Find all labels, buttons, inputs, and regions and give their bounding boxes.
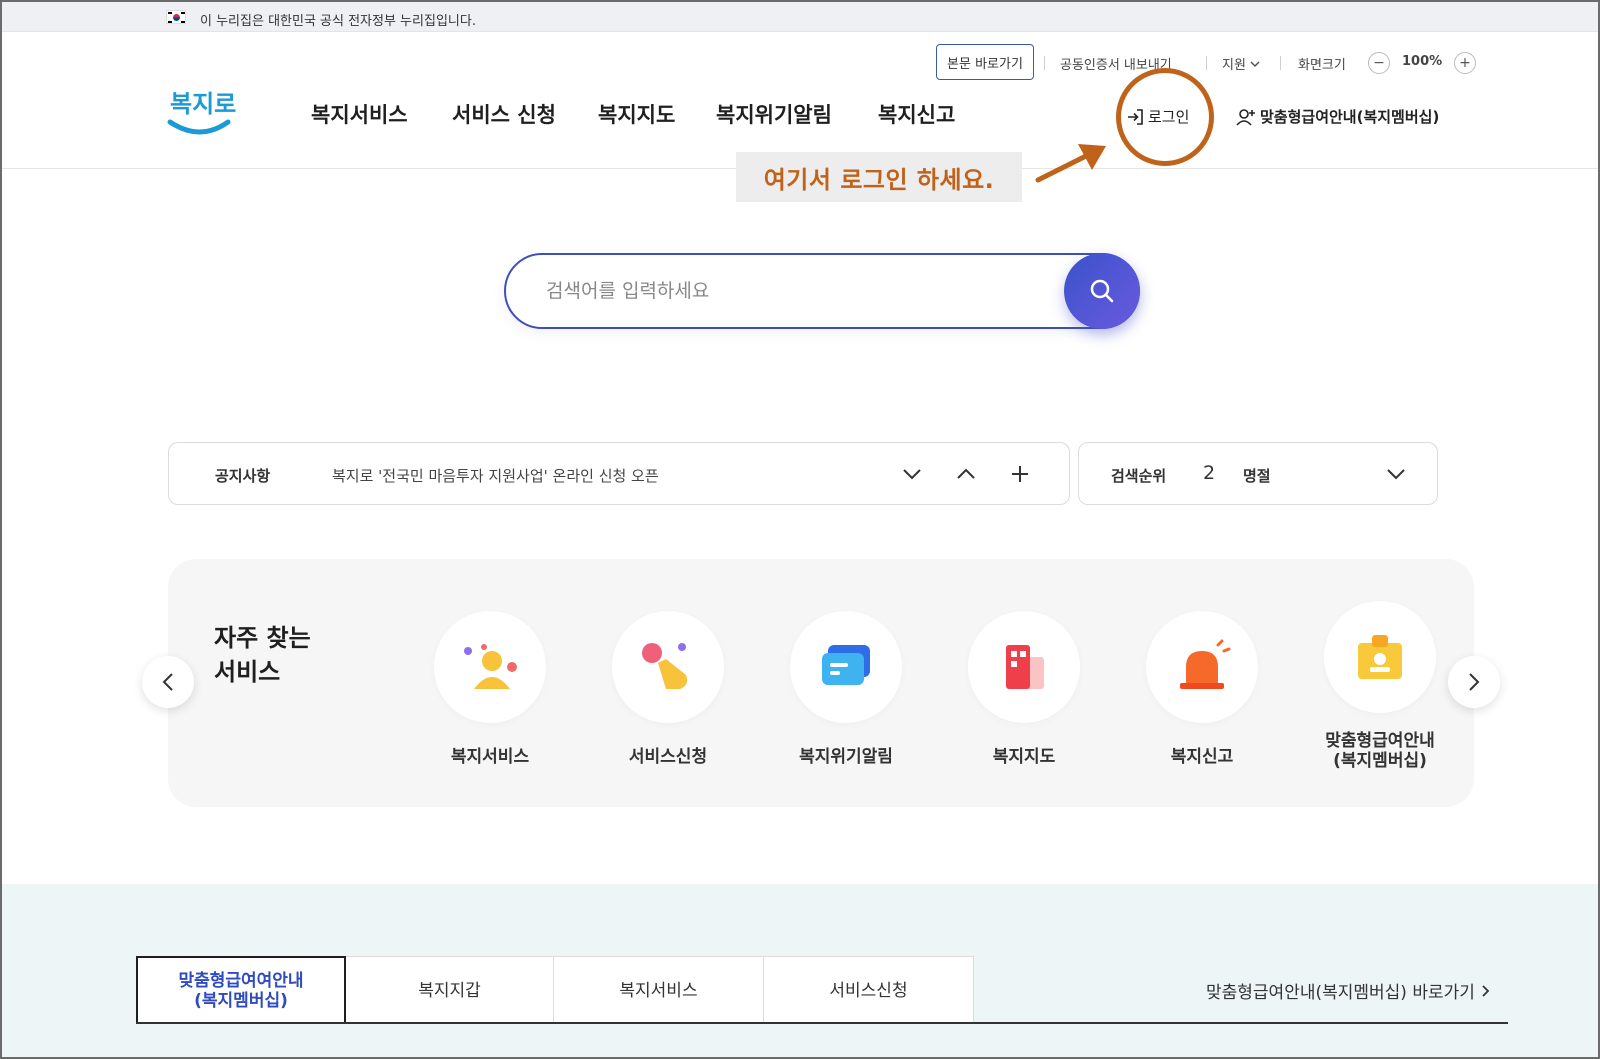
rank-keyword[interactable]: 명절 [1243, 465, 1271, 486]
user-add-icon [1236, 108, 1255, 126]
notice-bar: 공지사항 복지로 '전국민 마음투자 지원사업' 온라인 신청 오픈 [168, 442, 1070, 505]
tab-welfare-service[interactable]: 복지서비스 [554, 956, 764, 1024]
carousel-prev-button[interactable] [142, 656, 194, 708]
support-label: 지원 [1222, 58, 1246, 73]
frequent-item-label: 복지신고 [1170, 747, 1234, 767]
frequent-item-label: 맞춤형급여안내 (복지멤버십) [1325, 731, 1435, 771]
siren-icon [1146, 611, 1258, 723]
chevron-up-icon [957, 468, 975, 479]
page: 이 누리집은 대한민국 공식 전자정부 누리집입니다. 본문 바로가기 공동인증… [0, 0, 1600, 1059]
gov-banner: 이 누리집은 대한민국 공식 전자정부 누리집입니다. [2, 2, 1598, 32]
zoom-value: 100% [1402, 54, 1443, 69]
frequent-item-member-guide[interactable]: 맞춤형급여안내 (복지멤버십) [1320, 601, 1440, 771]
tab-service-apply[interactable]: 서비스신청 [764, 956, 974, 1024]
search-rank[interactable]: 검색순위 2 명절 [1078, 442, 1438, 505]
annotation-circle [1116, 68, 1214, 166]
nav-service-apply[interactable]: 서비스 신청 [452, 99, 556, 129]
rank-number: 2 [1203, 462, 1216, 484]
support-dropdown[interactable]: 지원 [1222, 54, 1260, 73]
annotation-text: 여기서 로그인 하세요. [763, 165, 995, 194]
notice-next-button[interactable] [897, 459, 927, 489]
bokjiro-logo[interactable]: 복지로 [166, 82, 236, 142]
chevron-left-icon [162, 673, 173, 691]
divider [1280, 56, 1281, 70]
annotation-arrow-icon [1035, 144, 1106, 183]
frequent-item-label: 복지서비스 [450, 747, 530, 767]
search-input[interactable] [546, 271, 1026, 311]
nav-crisis-alert[interactable]: 복지위기알림 [716, 99, 832, 129]
plus-icon [1012, 466, 1028, 482]
logo-text: 복지로 [170, 90, 236, 118]
goto-label: 맞춤형급여안내(복지멤버십) 바로가기 [1206, 983, 1475, 1003]
chevron-down-icon [1387, 469, 1405, 480]
frequent-item-label: 복지위기알림 [799, 747, 893, 767]
skip-to-content-button[interactable]: 본문 바로가기 [936, 44, 1034, 80]
id-card-icon [1324, 601, 1436, 713]
chevron-down-icon [903, 469, 921, 480]
hand-tap-icon [612, 611, 724, 723]
frequent-item-welfare-service[interactable]: 복지서비스 [430, 611, 550, 767]
frequent-item-label: 복지지도 [992, 747, 1056, 767]
korea-flag-icon [166, 10, 186, 24]
frequent-services: 자주 찾는 서비스 복지서비스 서비스신청 복지위기알림 복지지도 복지신고 맞… [168, 559, 1474, 807]
nav-welfare-service[interactable]: 복지서비스 [311, 99, 408, 129]
search-icon [1090, 279, 1114, 303]
rank-label: 검색순위 [1111, 467, 1167, 485]
carousel-next-button[interactable] [1448, 656, 1500, 708]
frequent-title-line2: 서비스 [214, 658, 281, 686]
notice-label: 공지사항 [215, 467, 271, 485]
notice-more-button[interactable] [1005, 459, 1035, 489]
divider [1044, 56, 1045, 70]
tab-member-guide[interactable]: 맞춤형급여여안내 (복지멤버십) [136, 956, 346, 1024]
frequent-item-service-apply[interactable]: 서비스신청 [608, 611, 728, 767]
search-button[interactable] [1064, 253, 1140, 329]
message-icon [790, 611, 902, 723]
tab-underline [136, 1022, 1508, 1024]
building-icon [968, 611, 1080, 723]
rank-expand-button[interactable] [1381, 459, 1411, 489]
member-guide-label: 맞춤형급여안내(복지멤버십) [1260, 108, 1440, 126]
gov-banner-text: 이 누리집은 대한민국 공식 전자정부 누리집입니다. [200, 14, 476, 29]
divider [1206, 56, 1207, 70]
chevron-right-icon [1482, 984, 1490, 997]
nav-welfare-report[interactable]: 복지신고 [878, 99, 955, 129]
zoom-in-button[interactable]: + [1454, 52, 1476, 74]
tab-welfare-wallet[interactable]: 복지지갑 [346, 956, 554, 1024]
chevron-right-icon [1469, 673, 1480, 691]
zoom-out-button[interactable]: − [1368, 52, 1390, 74]
search-box [504, 253, 1140, 329]
frequent-title-line1: 자주 찾는 [214, 624, 311, 652]
frequent-item-welfare-map[interactable]: 복지지도 [964, 611, 1084, 767]
nav-welfare-map[interactable]: 복지지도 [598, 99, 675, 129]
member-guide-link[interactable]: 맞춤형급여안내(복지멤버십) [1236, 106, 1439, 127]
member-guide-goto-link[interactable]: 맞춤형급여안내(복지멤버십) 바로가기 [1206, 978, 1490, 1003]
logo-mark-icon: 복지로 [167, 90, 236, 135]
frequent-item-label: 서비스신청 [628, 747, 708, 767]
notice-prev-button[interactable] [951, 459, 981, 489]
frequent-item-crisis-alert[interactable]: 복지위기알림 [786, 611, 906, 767]
zoom-label: 화면크기 [1298, 58, 1346, 73]
chevron-down-icon [1250, 60, 1260, 67]
notice-item[interactable]: 복지로 '전국민 마음투자 지원사업' 온라인 신청 오픈 [332, 465, 659, 486]
people-icon [434, 611, 546, 723]
frequent-item-welfare-report[interactable]: 복지신고 [1142, 611, 1262, 767]
annotation-box: 여기서 로그인 하세요. [736, 152, 1022, 202]
frequent-title: 자주 찾는 서비스 [214, 621, 311, 689]
